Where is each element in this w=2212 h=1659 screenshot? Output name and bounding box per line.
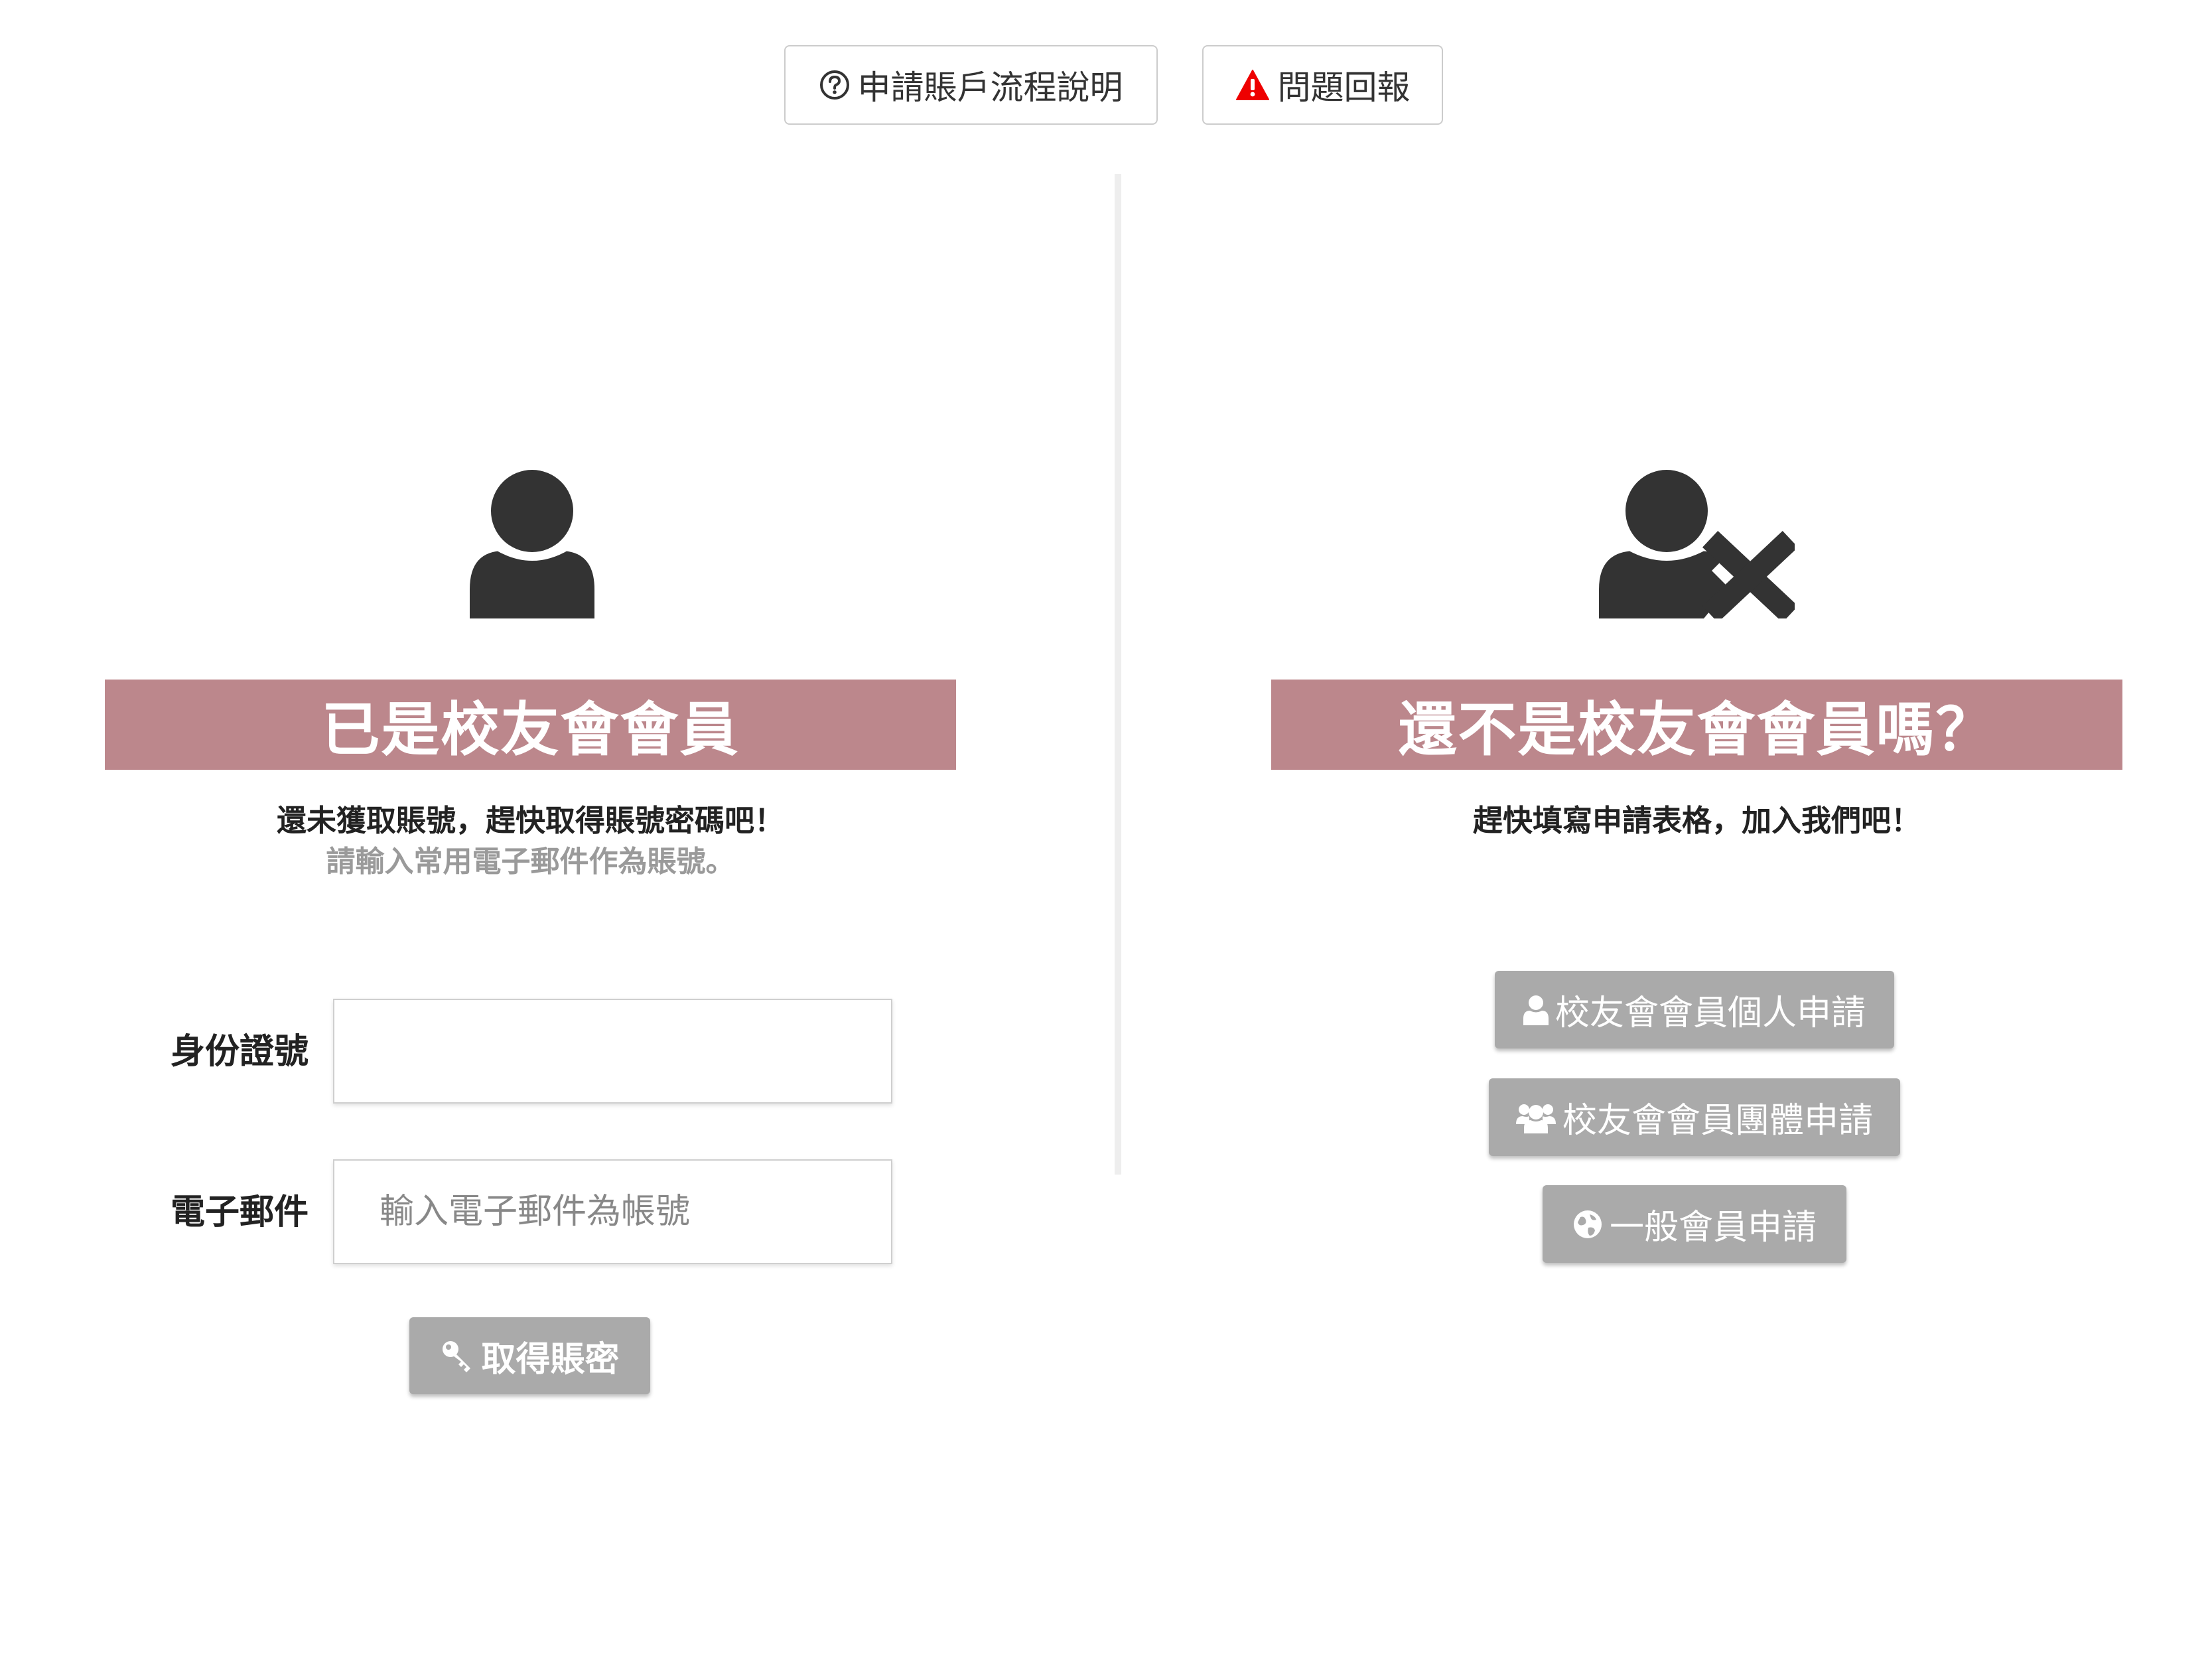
member-title-banner: 已是校友會會員 — [105, 680, 956, 770]
user-times-icon — [1599, 470, 1799, 623]
column-divider — [1115, 174, 1121, 1175]
member-subtitle: 還未獲取賬號，趕快取得賬號密碼吧！ — [276, 803, 784, 838]
apply-personal-label: 校友會會員個人申請 — [1555, 993, 1866, 1033]
user-icon — [1523, 995, 1549, 1025]
report-issue-label: 問題回報 — [1277, 68, 1411, 107]
apply-group-label: 校友會會員團體申請 — [1562, 1101, 1873, 1141]
nonmember-title-banner: 還不是校友會會員嗎？ — [1271, 680, 2122, 770]
member-hint: 請輸入常用電子郵件作為賬號。 — [326, 845, 735, 879]
nonmember-subtitle: 趕快填寫申請表格，加入我們吧！ — [1472, 803, 1921, 838]
member-title: 已是校友會會員 — [321, 695, 740, 764]
account-guide-button[interactable]: 申請賬戶流程說明 — [784, 45, 1158, 125]
warning-triangle-icon — [1235, 69, 1270, 101]
question-circle-icon — [819, 70, 850, 100]
users-icon — [1515, 1102, 1556, 1133]
globe-icon — [1572, 1209, 1603, 1240]
email-label: 電子郵件 — [170, 1192, 309, 1232]
apply-group-button[interactable]: 校友會會員團體申請 — [1489, 1078, 1900, 1156]
get-account-label: 取得賬密 — [481, 1338, 620, 1380]
apply-personal-button[interactable]: 校友會會員個人申請 — [1495, 971, 1894, 1048]
report-issue-button[interactable]: 問題回報 — [1202, 45, 1443, 125]
get-account-button[interactable]: 取得賬密 — [409, 1317, 650, 1394]
user-icon — [470, 470, 594, 621]
key-icon — [440, 1338, 474, 1373]
nonmember-title: 還不是校友會會員嗎？ — [1398, 695, 1996, 764]
id-number-label: 身份證號 — [170, 1031, 309, 1072]
apply-general-label: 一般會員申請 — [1609, 1208, 1817, 1248]
account-guide-label: 申請賬戶流程說明 — [857, 68, 1123, 107]
email-input[interactable] — [333, 1159, 892, 1264]
apply-general-button[interactable]: 一般會員申請 — [1543, 1185, 1846, 1263]
id-number-input[interactable] — [333, 999, 892, 1104]
